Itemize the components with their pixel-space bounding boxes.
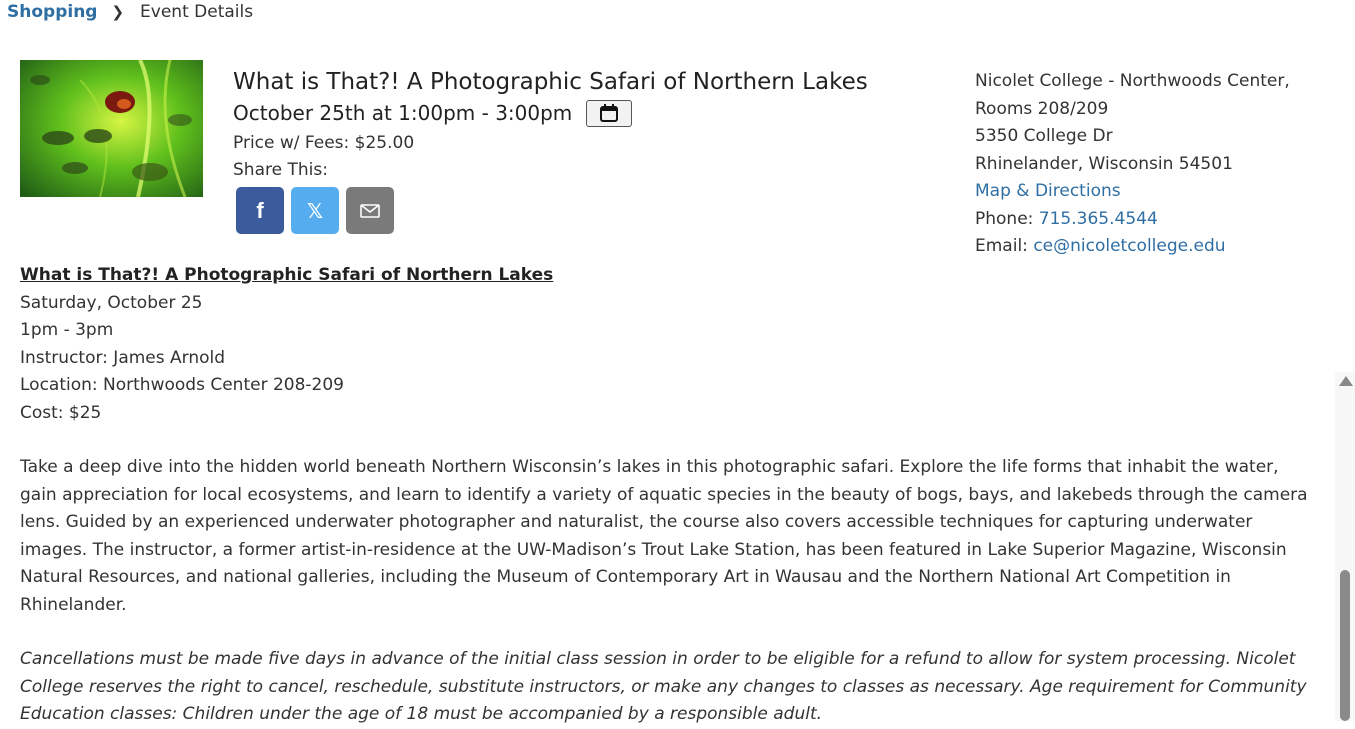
event-photo xyxy=(20,60,203,197)
event-price: Price w/ Fees: $25.00 xyxy=(233,133,415,153)
map-directions-link[interactable]: Map & Directions xyxy=(975,181,1121,201)
breadcrumb-current: Event Details xyxy=(140,2,254,22)
details-day: Saturday, October 25 xyxy=(20,292,203,313)
email-icon xyxy=(360,203,380,218)
event-datetime: October 25th at 1:00pm - 3:00pm xyxy=(233,101,573,125)
event-title: What is That?! A Photographic Safari of … xyxy=(233,69,868,95)
scroll-up-icon[interactable] xyxy=(1339,376,1353,386)
phone-label: Phone: xyxy=(975,208,1034,229)
venue-street: 5350 College Dr xyxy=(975,126,1113,146)
share-buttons: f 𝕏 xyxy=(236,187,868,234)
venue-rooms: Rooms 208/209 xyxy=(975,98,1109,119)
event-datetime-row: October 25th at 1:00pm - 3:00pm xyxy=(233,98,868,128)
underwater-fish-image xyxy=(20,60,203,197)
venue-info: Nicolet College - Northwoods Center, Roo… xyxy=(975,68,1290,261)
breadcrumb-shopping-link[interactable]: Shopping xyxy=(7,2,97,22)
details-location: Location: Northwoods Center 208-209 xyxy=(20,375,344,395)
chevron-right-icon: ❯ xyxy=(111,3,125,21)
add-to-calendar-button[interactable] xyxy=(586,99,633,127)
email-link[interactable]: ce@nicoletcollege.edu xyxy=(1033,236,1225,256)
breadcrumb: Shopping ❯ Event Details xyxy=(7,2,253,22)
facebook-icon: f xyxy=(256,197,264,223)
x-icon: 𝕏 xyxy=(306,198,324,223)
venue-phone-row: Phone: 715.365.4544 xyxy=(975,206,1290,234)
details-time: 1pm - 3pm xyxy=(20,320,114,340)
venue-name: Nicolet College - Northwoods Center, xyxy=(975,71,1290,91)
share-facebook-button[interactable]: f xyxy=(236,187,284,234)
event-details: What is That?! A Photographic Safari of … xyxy=(20,262,1320,729)
event-description: Take a deep dive into the hidden world b… xyxy=(20,457,1308,615)
email-label: Email: xyxy=(975,236,1028,256)
share-email-button[interactable] xyxy=(346,187,394,234)
phone-link[interactable]: 715.365.4544 xyxy=(1039,209,1158,229)
calendar-icon xyxy=(600,104,619,122)
share-label: Share This: xyxy=(233,160,328,180)
details-instructor: Instructor: James Arnold xyxy=(20,347,226,368)
venue-email-row: Email: ce@nicoletcollege.edu xyxy=(975,233,1290,261)
cancellation-policy: Cancellations must be made five days in … xyxy=(20,649,1307,724)
event-header: What is That?! A Photographic Safari of … xyxy=(233,66,868,234)
details-cost: Cost: $25 xyxy=(20,402,102,423)
details-heading: What is That?! A Photographic Safari of … xyxy=(20,265,554,285)
vertical-scrollbar[interactable] xyxy=(1335,372,1355,721)
venue-city: Rhinelander, Wisconsin 54501 xyxy=(975,153,1233,174)
share-x-button[interactable]: 𝕏 xyxy=(291,187,339,234)
scrollbar-thumb[interactable] xyxy=(1340,570,1350,721)
